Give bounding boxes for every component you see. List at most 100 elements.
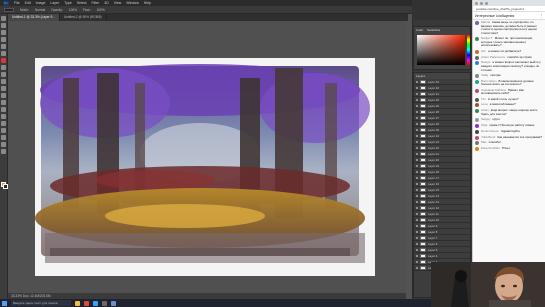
- chat-author[interactable]: Artem Paramonov: [481, 55, 505, 59]
- eye-icon[interactable]: [416, 98, 418, 101]
- tab-color[interactable]: Color: [416, 27, 423, 33]
- taskbar-search-input[interactable]: Введите здесь текст для поиска: [11, 300, 71, 306]
- menu-layer[interactable]: Layer: [50, 1, 59, 5]
- pen-tool-icon[interactable]: [1, 114, 6, 119]
- menu-edit[interactable]: Edit: [25, 1, 31, 5]
- photoshop-taskbar-icon[interactable]: [93, 300, 98, 306]
- eye-icon[interactable]: [416, 176, 418, 179]
- chat-author[interactable]: Olga: [481, 123, 487, 127]
- chat-author[interactable]: Tim: [481, 97, 486, 101]
- menu-type[interactable]: Type: [64, 1, 72, 5]
- avatar[interactable]: [475, 135, 479, 140]
- eye-icon[interactable]: [416, 182, 418, 185]
- obs-icon[interactable]: [102, 300, 107, 306]
- chrome-browser-icon[interactable]: [84, 300, 89, 306]
- tab-document-1[interactable]: Untitled-1 @ 33.3% (Layer 9...: [8, 14, 60, 21]
- stamp-tool-icon[interactable]: [1, 72, 6, 77]
- avatar[interactable]: [475, 49, 479, 54]
- menu-select[interactable]: Select: [77, 1, 87, 5]
- menu-file[interactable]: File: [14, 1, 20, 5]
- eye-icon[interactable]: [416, 242, 418, 245]
- avatar[interactable]: [475, 124, 479, 129]
- path-select-tool-icon[interactable]: [1, 128, 6, 133]
- discord-icon[interactable]: [111, 300, 116, 306]
- zoom-tool-icon[interactable]: [1, 149, 6, 154]
- blur-tool-icon[interactable]: [1, 100, 6, 105]
- window-control-icon[interactable]: [480, 1, 483, 5]
- brush-tool-icon[interactable]: [1, 65, 6, 70]
- chat-author[interactable]: Vitaly: [481, 73, 488, 77]
- eye-icon[interactable]: [416, 110, 418, 113]
- avatar[interactable]: [475, 147, 479, 152]
- tab-swatches[interactable]: Swatches: [427, 27, 440, 33]
- eye-icon[interactable]: [416, 266, 418, 269]
- chat-author[interactable]: Pavel Koshkin: [481, 146, 500, 150]
- gradient-tool-icon[interactable]: [1, 93, 6, 98]
- eye-icon[interactable]: [416, 146, 418, 149]
- eyedropper-tool-icon[interactable]: [1, 51, 6, 56]
- painting-canvas[interactable]: [35, 58, 375, 276]
- eraser-tool-icon[interactable]: [1, 86, 6, 91]
- avatar[interactable]: [475, 88, 479, 93]
- eye-icon[interactable]: [416, 248, 418, 251]
- brush-preset-picker[interactable]: [4, 7, 14, 12]
- chat-author[interactable]: Yulia Bond: [481, 135, 495, 139]
- chat-author[interactable]: Lena: [481, 102, 488, 107]
- mode-select[interactable]: Normal: [35, 8, 45, 12]
- avatar[interactable]: [475, 109, 479, 114]
- window-control-icon[interactable]: [485, 1, 488, 5]
- eye-icon[interactable]: [416, 86, 418, 89]
- shape-tool-icon[interactable]: [1, 135, 6, 140]
- eye-icon[interactable]: [416, 122, 418, 125]
- hue-slider[interactable]: [467, 35, 470, 65]
- eye-icon[interactable]: [416, 260, 418, 263]
- color-picker-field[interactable]: [417, 35, 465, 65]
- eye-icon[interactable]: [416, 164, 418, 167]
- history-brush-tool-icon[interactable]: [1, 79, 6, 84]
- eye-icon[interactable]: [416, 158, 418, 161]
- chat-author[interactable]: Denis Karpov: [481, 129, 499, 133]
- avatar[interactable]: [475, 129, 479, 134]
- eye-icon[interactable]: [416, 224, 418, 227]
- chat-author[interactable]: Kim: [481, 49, 486, 53]
- avatar[interactable]: [475, 79, 479, 84]
- menu-help[interactable]: Help: [144, 1, 151, 5]
- eye-icon[interactable]: [416, 104, 418, 107]
- dodge-tool-icon[interactable]: [1, 107, 6, 112]
- eye-icon[interactable]: [416, 212, 418, 215]
- menu-window[interactable]: Window: [126, 1, 138, 5]
- eye-icon[interactable]: [416, 194, 418, 197]
- flow-value[interactable]: 100%: [97, 8, 105, 12]
- eye-icon[interactable]: [416, 128, 418, 131]
- avatar[interactable]: [475, 55, 479, 60]
- move-tool-icon[interactable]: [1, 16, 6, 21]
- lasso-tool-icon[interactable]: [1, 30, 6, 35]
- avatar[interactable]: [475, 103, 479, 108]
- avatar[interactable]: [475, 61, 479, 66]
- eye-icon[interactable]: [416, 206, 418, 209]
- marquee-tool-icon[interactable]: [1, 23, 6, 28]
- menu-view[interactable]: View: [114, 1, 122, 5]
- menu-filter[interactable]: Filter: [92, 1, 100, 5]
- chat-title[interactable]: Интересные сообщения: [475, 14, 514, 18]
- eye-icon[interactable]: [416, 200, 418, 203]
- eye-icon[interactable]: [416, 134, 418, 137]
- more-icon[interactable]: ⋮: [540, 14, 544, 18]
- avatar[interactable]: [475, 21, 479, 25]
- crop-tool-icon[interactable]: [1, 44, 6, 49]
- quick-select-tool-icon[interactable]: [1, 37, 6, 42]
- tab-document-2[interactable]: Untitled-2 @ 50% (RGB/8): [60, 14, 107, 21]
- eye-icon[interactable]: [416, 230, 418, 233]
- chat-author[interactable]: Sergey: [481, 117, 491, 121]
- eye-icon[interactable]: [416, 116, 418, 119]
- opacity-value[interactable]: 100%: [69, 8, 77, 12]
- eye-icon[interactable]: [416, 236, 418, 239]
- avatar[interactable]: [475, 141, 479, 146]
- window-control-icon[interactable]: [475, 1, 478, 5]
- eye-icon[interactable]: [416, 218, 418, 221]
- hand-tool-icon[interactable]: [1, 142, 6, 147]
- canvas-area[interactable]: [8, 21, 406, 293]
- menu-3d[interactable]: 3D: [104, 1, 108, 5]
- avatar[interactable]: [475, 97, 479, 102]
- avatar[interactable]: [475, 73, 479, 78]
